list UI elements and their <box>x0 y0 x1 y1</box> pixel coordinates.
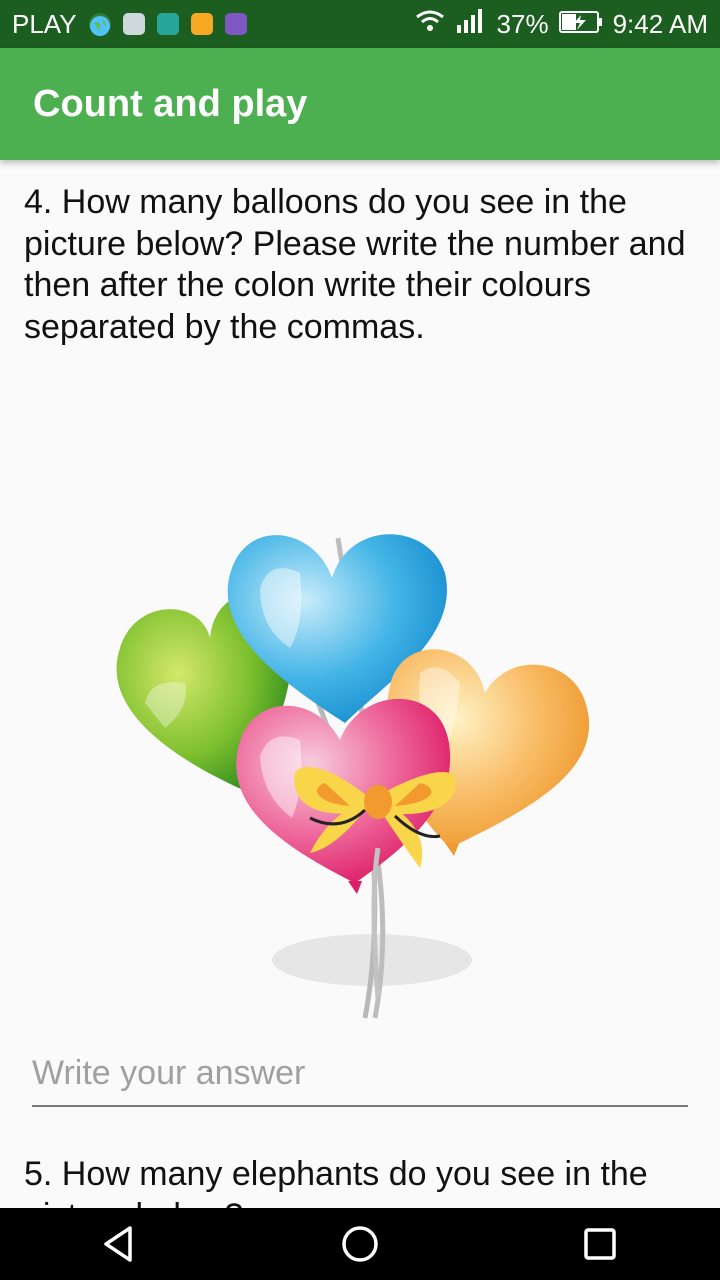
recents-button[interactable] <box>560 1208 640 1280</box>
carrier-name: PLAY <box>12 8 77 39</box>
home-icon <box>342 1226 378 1262</box>
home-button[interactable] <box>320 1208 400 1280</box>
question-4-text: 4. How many balloons do you see in the p… <box>24 183 686 346</box>
image-icon <box>224 13 247 35</box>
question-list[interactable]: 4. How many balloons do you see in the p… <box>0 160 720 1208</box>
battery-charging-icon <box>558 9 603 40</box>
navigation-bar <box>0 1208 720 1280</box>
signal-icon <box>455 8 487 40</box>
question-5-text: 5. How many elephants do you see in the … <box>24 1155 648 1208</box>
status-bar: PLAY 37% 9:42 AM <box>0 0 720 48</box>
wifi-icon <box>415 9 445 40</box>
app-bar: Count and play <box>0 48 720 160</box>
answer-input[interactable] <box>32 1045 688 1107</box>
lock-icon <box>190 13 213 35</box>
globe-icon <box>88 13 111 36</box>
back-button[interactable] <box>80 1208 160 1280</box>
clock: 9:42 AM <box>612 8 708 39</box>
heart-balloons-illustration <box>116 534 590 1019</box>
page-title: Count and play <box>33 82 308 125</box>
battery-level: 37% <box>496 8 549 39</box>
android-icon <box>156 13 179 35</box>
mail-icon <box>122 13 145 35</box>
recents-icon <box>584 1228 616 1260</box>
back-icon <box>104 1226 132 1262</box>
